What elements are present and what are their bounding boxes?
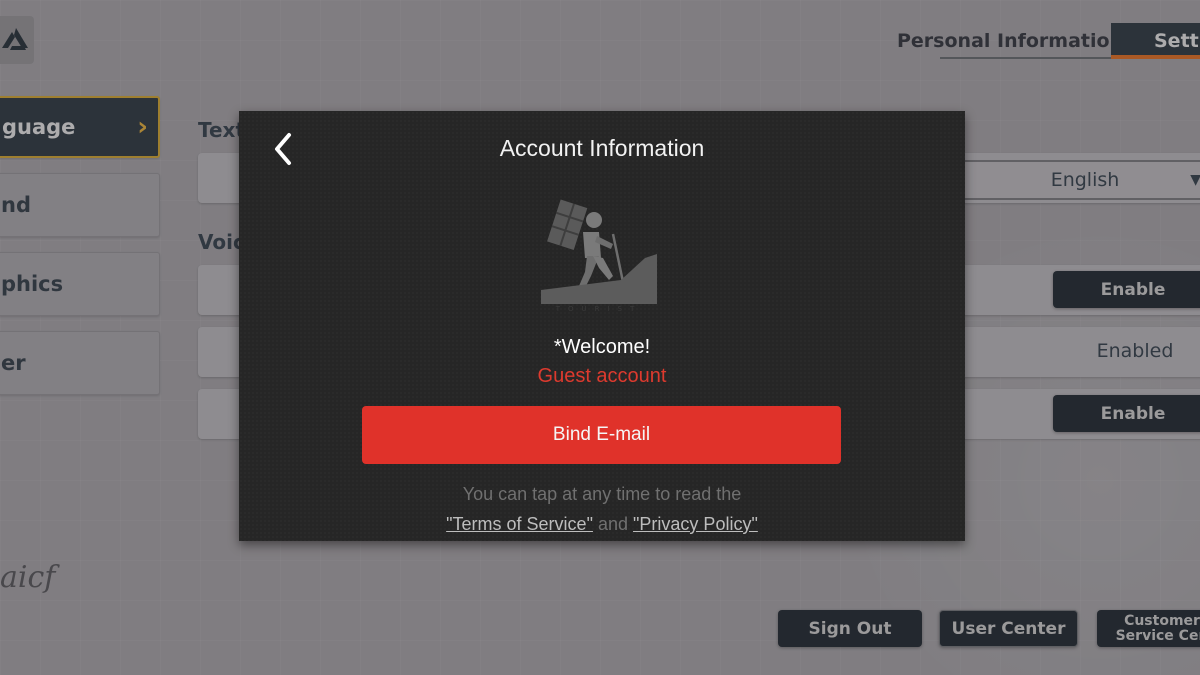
privacy-policy-link[interactable]: "Privacy Policy" [633, 514, 758, 534]
legal-note: You can tap at any time to read the "Ter… [239, 479, 965, 539]
legal-note-text: You can tap at any time to read the [462, 484, 742, 504]
account-type-label: Guest account [537, 365, 667, 387]
dialog-title: Account Information [499, 135, 705, 161]
avatar-caption: TOURIST [555, 305, 643, 311]
account-info-dialog: Account Information TOURIST *Welcome! Gu… [239, 111, 965, 541]
welcome-text: *Welcome! [553, 336, 651, 358]
terms-of-service-link[interactable]: "Terms of Service" [446, 514, 593, 534]
tourist-avatar-icon: TOURIST [541, 199, 657, 311]
and-text: and [597, 514, 629, 534]
bind-email-button[interactable]: Bind E-mail [362, 406, 841, 464]
